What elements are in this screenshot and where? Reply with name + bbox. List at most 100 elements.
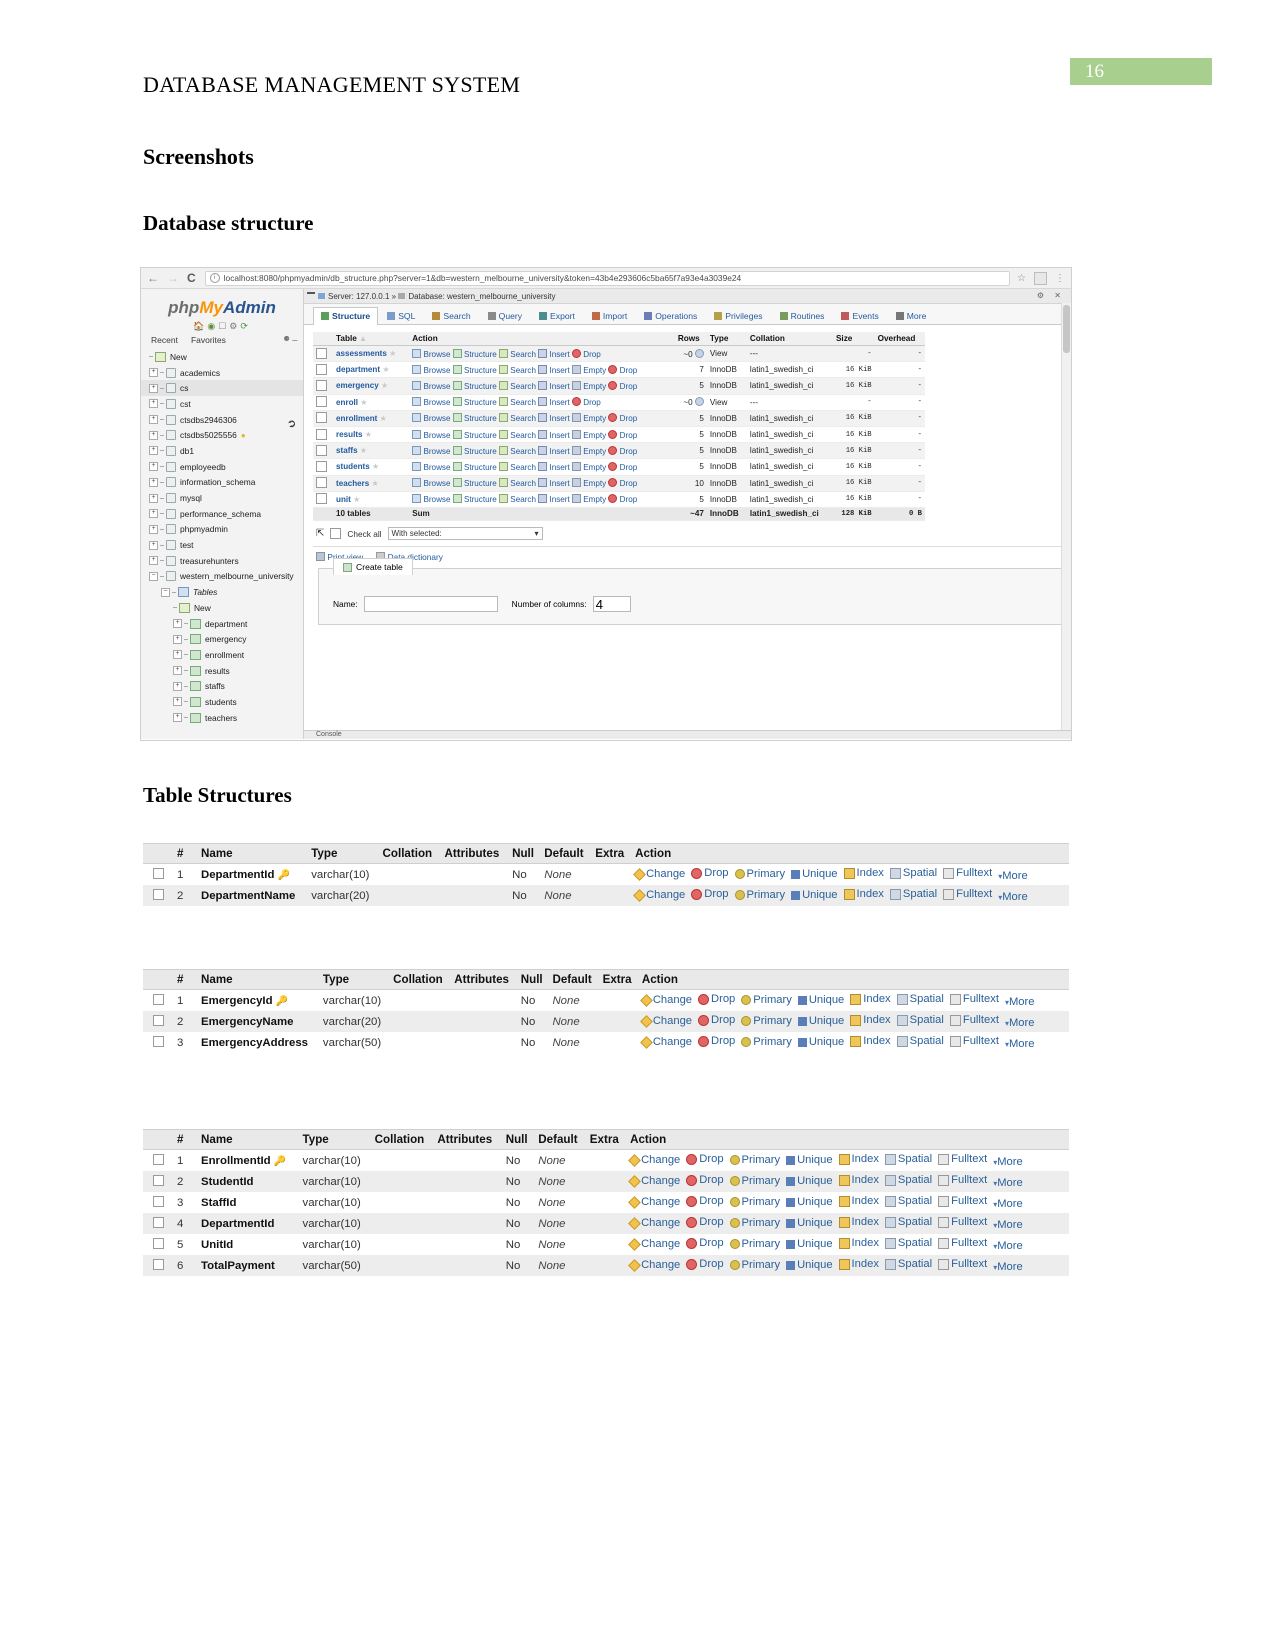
tab-routines[interactable]: Routines — [772, 307, 833, 324]
action-search[interactable]: Search — [499, 445, 536, 456]
tree-node-new[interactable]: New — [141, 600, 303, 616]
row-checkbox-cell[interactable] — [313, 361, 333, 379]
expand-icon[interactable]: + — [149, 556, 158, 566]
structure-row-checkbox[interactable] — [152, 1175, 164, 1186]
favorite-star-icon[interactable]: ★ — [380, 414, 387, 423]
action-index[interactable]: Index — [838, 1195, 879, 1207]
scrollbar-thumb[interactable] — [1063, 305, 1070, 353]
tab-sql[interactable]: SQL — [379, 307, 423, 324]
expand-icon[interactable]: + — [149, 430, 158, 440]
expand-icon[interactable]: + — [149, 399, 158, 409]
structure-actions[interactable]: Change Drop Primary Unique Index Spatial Fullt… — [637, 1032, 1069, 1053]
action-structure[interactable]: Structure — [452, 397, 497, 407]
action-spatial[interactable]: Spatial — [889, 867, 937, 879]
action-spatial[interactable]: Spatial — [884, 1216, 932, 1228]
collapse-icon[interactable] — [307, 292, 315, 294]
expand-icon[interactable]: + — [149, 540, 158, 550]
structure-row[interactable]: 3 EmergencyAddress varchar(50) No None Change… — [143, 1032, 1069, 1053]
site-info-icon[interactable]: i — [209, 273, 220, 283]
tree-node-cst[interactable]: + cst — [141, 396, 303, 412]
settings-icon[interactable]: ⚙ — [229, 321, 240, 331]
action-insert[interactable]: Insert — [538, 348, 570, 359]
action-spatial[interactable]: Spatial — [884, 1237, 932, 1249]
forward-icon[interactable]: → — [167, 272, 179, 284]
action-spatial[interactable]: Spatial — [884, 1153, 932, 1165]
col-size[interactable]: Size — [832, 332, 875, 346]
action-browse[interactable]: Browse — [412, 494, 450, 504]
with-selected-dropdown[interactable]: With selected: ▾ — [387, 527, 543, 541]
row-checkbox-cell[interactable] — [313, 394, 333, 411]
structure-actions[interactable]: Change Drop Primary Unique Index Spatial Fullt… — [626, 1255, 1069, 1276]
structure-row-checkbox[interactable] — [152, 1015, 164, 1026]
tab-query[interactable]: Query — [480, 307, 530, 324]
panel-window-controls[interactable]: ⚙ ✕ — [1037, 291, 1065, 300]
favorite-star-icon[interactable]: ★ — [353, 495, 360, 504]
table-name-cell[interactable]: assessments ★ — [333, 345, 410, 363]
action-insert[interactable]: Insert — [538, 445, 570, 456]
action-primary[interactable]: Primary — [741, 1015, 792, 1027]
action-insert[interactable]: Insert — [538, 494, 570, 504]
action-more[interactable]: ▾ More — [998, 891, 1028, 903]
action-primary[interactable]: Primary — [729, 1175, 780, 1187]
structure-row[interactable]: 2 DepartmentName varchar(20) No None Change Dr… — [143, 885, 1069, 906]
structure-row-checkbox[interactable] — [152, 1217, 164, 1228]
action-structure[interactable]: Structure — [452, 429, 497, 440]
action-insert[interactable]: Insert — [538, 380, 570, 391]
create-table-tab[interactable]: Create table — [333, 558, 413, 576]
action-index[interactable]: Index — [838, 1174, 879, 1186]
tab-structure[interactable]: Structure — [313, 307, 379, 325]
action-fulltext[interactable]: Fulltext — [938, 1216, 987, 1228]
tree-node-ctsdbs2946306[interactable]: + ctsdbs2946306 — [141, 412, 303, 428]
structure-actions[interactable]: Change Drop Primary Unique Index Spatial Fullt… — [626, 1171, 1069, 1192]
structure-row[interactable]: 5 UnitId varchar(10) No None Change Drop Primar… — [143, 1234, 1069, 1255]
table-actions-cell[interactable]: Browse Structure Search Insert Empty Dro… — [409, 475, 675, 492]
action-spatial[interactable]: Spatial — [884, 1174, 932, 1186]
action-search[interactable]: Search — [499, 461, 536, 472]
action-fulltext[interactable]: Fulltext — [943, 888, 992, 900]
structure-row-checkbox-cell[interactable] — [143, 1234, 173, 1255]
action-insert[interactable]: Insert — [538, 364, 570, 375]
row-checkbox[interactable] — [316, 412, 327, 424]
table-actions-cell[interactable]: Browse Structure Search Insert Empty Dro… — [409, 458, 675, 476]
action-drop[interactable]: Drop — [691, 888, 729, 900]
action-change[interactable]: Change — [639, 993, 692, 1007]
phpmyadmin-logo[interactable]: phpMyAdmin — [141, 289, 303, 320]
structure-row-checkbox-cell[interactable] — [143, 1032, 173, 1053]
row-checkbox[interactable] — [316, 428, 327, 440]
action-browse[interactable]: Browse — [412, 348, 450, 359]
action-primary[interactable]: Primary — [734, 889, 785, 901]
row-checkbox[interactable] — [316, 363, 327, 375]
structure-row-checkbox[interactable] — [152, 994, 164, 1005]
sidebar-quick-icons[interactable]: 🏠◉☐⚙⟳ — [141, 321, 303, 332]
structure-row-checkbox[interactable] — [152, 1259, 164, 1270]
action-search[interactable]: Search — [499, 364, 536, 375]
docs-icon[interactable]: ☐ — [218, 321, 229, 331]
row-checkbox[interactable] — [316, 460, 327, 472]
action-change[interactable]: Change — [639, 1014, 692, 1028]
col-table[interactable]: Table ▲ — [333, 332, 410, 346]
action-search[interactable]: Search — [499, 494, 536, 504]
action-index[interactable]: Index — [838, 1153, 879, 1165]
action-primary[interactable]: Primary — [734, 868, 785, 880]
action-empty[interactable]: Empty — [571, 494, 606, 504]
structure-actions[interactable]: Change Drop Primary Unique Index Spatial Fullt… — [637, 1011, 1069, 1032]
action-search[interactable]: Search — [499, 413, 536, 423]
table-row[interactable]: results ★ Browse Structure Search Insert… — [313, 426, 925, 444]
breadcrumb-server-value[interactable]: 127.0.0.1 — [356, 292, 389, 301]
expand-icon[interactable]: + — [149, 524, 158, 534]
address-bar[interactable]: i localhost:8080/phpmyadmin/db_structure… — [204, 270, 1011, 286]
tree-node-cs[interactable]: + cs — [141, 380, 303, 397]
action-primary[interactable]: Primary — [729, 1238, 780, 1250]
tree-node-ctsdbs5025556[interactable]: + ctsdbs5025556 ● — [141, 427, 303, 443]
row-checkbox-cell[interactable] — [313, 442, 333, 460]
table-name-cell[interactable]: emergency ★ — [333, 377, 410, 395]
action-browse[interactable]: Browse — [412, 429, 450, 440]
tab-import[interactable]: Import — [584, 307, 635, 324]
expand-icon[interactable]: + — [173, 666, 182, 676]
table-row[interactable]: staffs ★ Browse Structure Search Insert … — [313, 442, 925, 460]
action-spatial[interactable]: Spatial — [884, 1195, 932, 1207]
action-fulltext[interactable]: Fulltext — [938, 1237, 987, 1249]
bookmark-star-icon[interactable]: ☆ — [1017, 273, 1026, 284]
structure-actions[interactable]: Change Drop Primary Unique Index Spatial Fullt… — [637, 989, 1069, 1011]
row-checkbox[interactable] — [316, 379, 327, 391]
